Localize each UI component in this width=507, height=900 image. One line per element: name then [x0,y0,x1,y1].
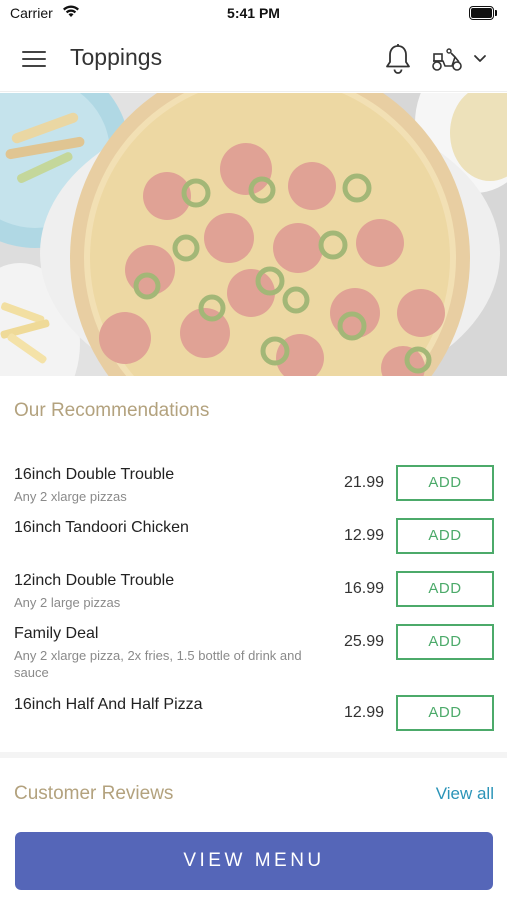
reviews-title: Customer Reviews [14,783,174,804]
add-button[interactable]: ADD [396,695,494,731]
item-price: 12.99 [343,527,384,544]
page-title: Toppings [70,44,163,70]
status-bar: Carrier 5:41 PM [0,0,507,28]
item-description: Any 2 xlarge pizzas [14,489,127,504]
chevron-down-icon[interactable] [472,52,488,66]
item-name: 12inch Double Trouble [14,572,175,589]
bell-icon[interactable] [383,43,413,75]
add-button[interactable]: ADD [396,571,494,607]
menu-icon[interactable] [22,48,48,70]
item-price: 12.99 [343,704,384,721]
item-description: Any 2 xlarge pizza, 2x fries, 1.5 bottle… [14,648,302,680]
battery-icon [469,6,497,20]
item-name: 16inch Half And Half Pizza [14,696,203,713]
section-divider [0,752,507,758]
scooter-icon[interactable] [430,47,464,73]
view-menu-button[interactable]: VIEW MENU [15,832,493,890]
add-button[interactable]: ADD [396,518,494,554]
item-price: 16.99 [343,580,384,597]
hero-pizza-image [0,93,507,376]
app-header: Toppings [0,28,507,92]
item-description: Any 2 large pizzas [14,595,121,610]
add-button[interactable]: ADD [396,465,494,501]
add-button[interactable]: ADD [396,624,494,660]
item-price: 21.99 [343,474,384,491]
clock: 5:41 PM [227,5,280,21]
recommendations-title: Our Recommendations [14,400,210,421]
view-all-reviews-link[interactable]: View all [436,784,494,804]
item-name: Family Deal [14,625,99,642]
item-price: 25.99 [343,633,384,650]
item-name: 16inch Double Trouble [14,466,175,483]
item-name: 16inch Tandoori Chicken [14,519,189,536]
